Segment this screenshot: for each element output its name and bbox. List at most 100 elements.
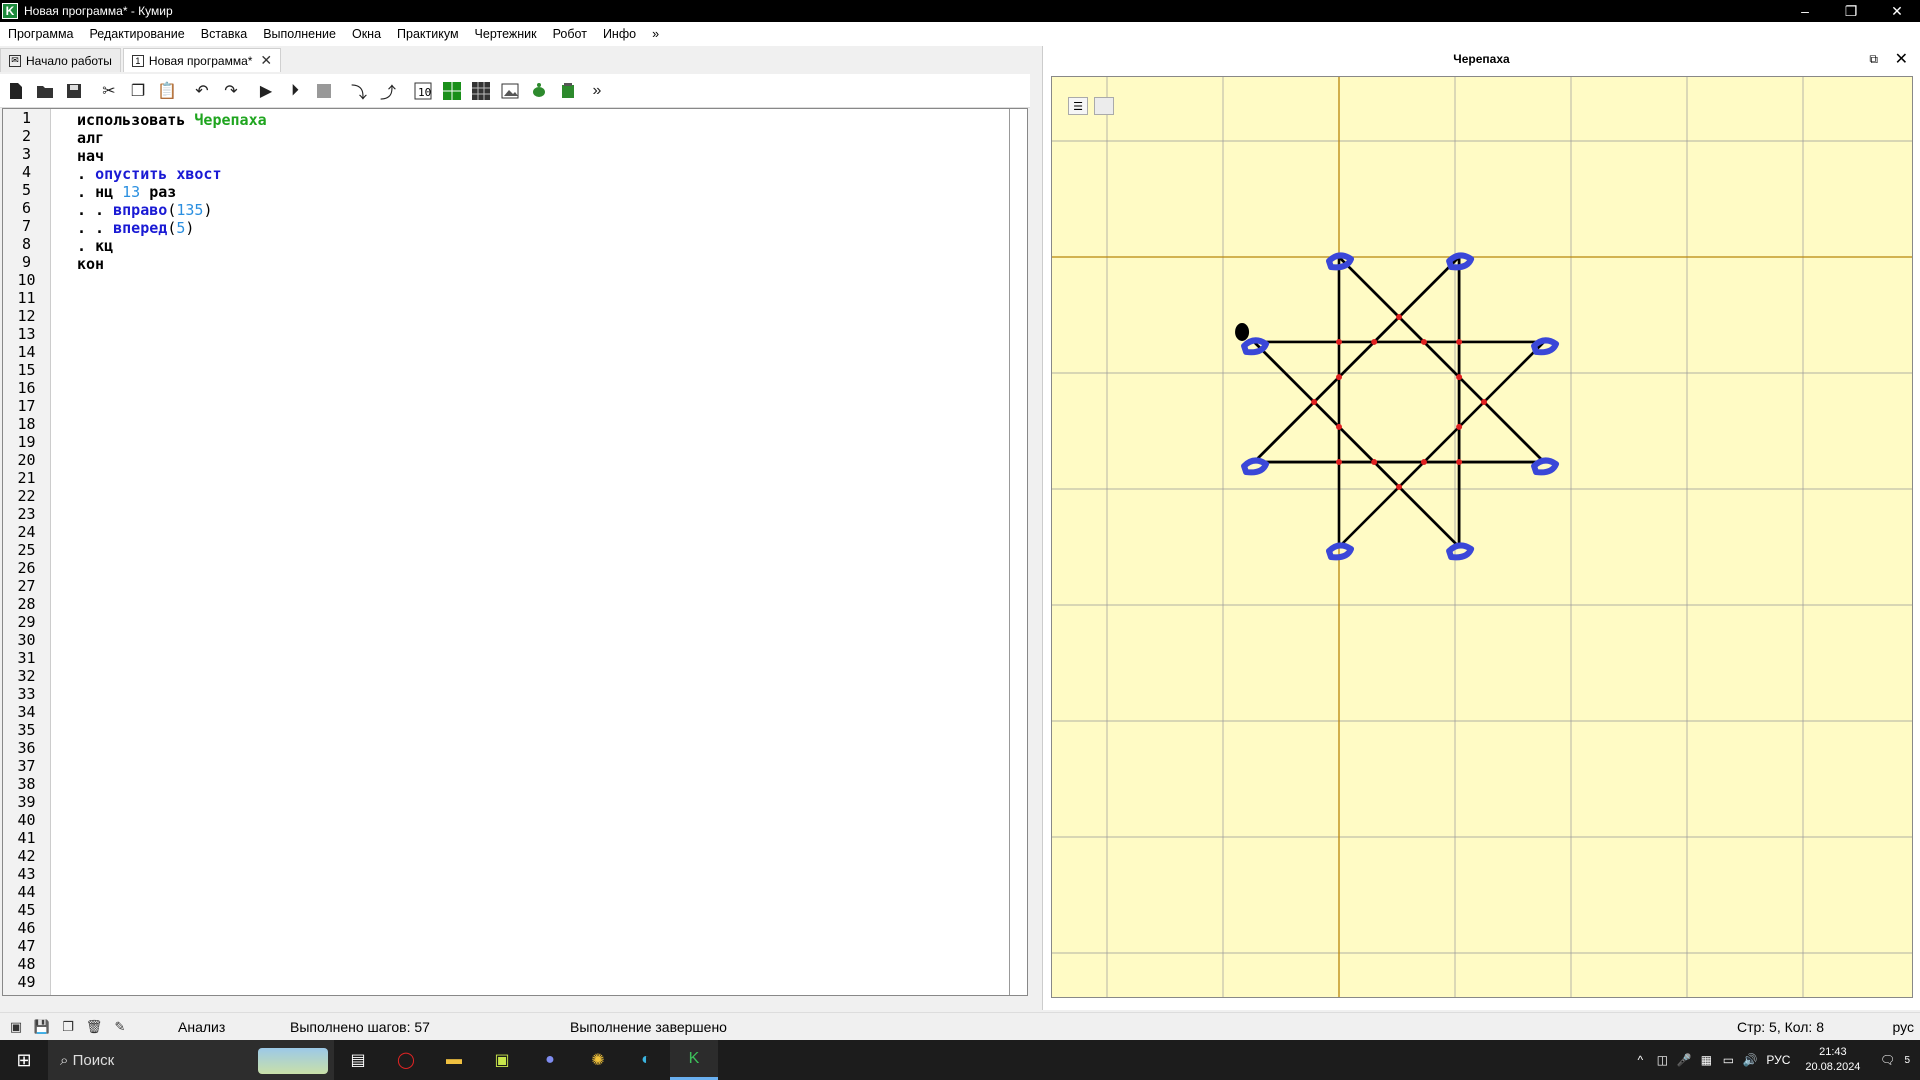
tab-new-program[interactable]: 1 Новая программа* ✕: [122, 48, 282, 72]
chevron-up-icon[interactable]: ^: [1629, 1053, 1651, 1067]
menu-program[interactable]: Программа: [0, 27, 82, 41]
path-segment: [1252, 255, 1461, 464]
step-into-icon[interactable]: ⤵: [347, 79, 371, 103]
opera-icon[interactable]: ◯: [382, 1040, 430, 1080]
code-line[interactable]: использовать Черепаха: [77, 111, 267, 129]
menu-run[interactable]: Выполнение: [255, 27, 344, 41]
line-number: 45: [17, 901, 36, 919]
save-file-icon[interactable]: [62, 79, 86, 103]
hand-annotations: [1235, 252, 1560, 561]
blue-mark: [1241, 337, 1270, 356]
clear-output-icon[interactable]: 🗑: [84, 1018, 104, 1036]
code-token: Черепаха: [194, 111, 267, 129]
menu-insert[interactable]: Вставка: [193, 27, 255, 41]
drawer-field-icon[interactable]: [469, 79, 493, 103]
edge-icon[interactable]: ◐: [622, 1040, 670, 1080]
line-number: 34: [17, 703, 36, 721]
copy-icon[interactable]: ❐: [126, 79, 150, 103]
discord-icon[interactable]: ●: [526, 1040, 574, 1080]
clock[interactable]: 21:43 20.08.2024: [1805, 1045, 1860, 1075]
turtle-canvas[interactable]: ☰: [1051, 76, 1913, 998]
run-step-icon[interactable]: ⏵: [283, 79, 307, 103]
intersection-dot: [1336, 338, 1342, 345]
close-turtle-button[interactable]: ✕: [1895, 49, 1908, 69]
open-file-icon[interactable]: [33, 79, 57, 103]
menu-drawer[interactable]: Чертежник: [467, 27, 545, 41]
menu-info[interactable]: Инфо: [595, 27, 644, 41]
image-icon[interactable]: [498, 79, 522, 103]
task-view-icon[interactable]: ▤: [334, 1040, 382, 1080]
line-number: 20: [17, 451, 36, 469]
menu-edit[interactable]: Редактирование: [82, 27, 193, 41]
tab-start[interactable]: ✉ Начало работы: [0, 48, 121, 72]
menu-robot[interactable]: Робот: [545, 27, 595, 41]
window-title: Новая программа* - Кумир: [24, 4, 173, 18]
code-token: (: [167, 219, 177, 237]
intersection-dot: [1420, 459, 1427, 466]
save-output-icon[interactable]: 💾: [32, 1018, 52, 1036]
minimize-button[interactable]: –: [1782, 0, 1828, 22]
search-placeholder: Поиск: [72, 1051, 115, 1069]
camera-icon[interactable]: ◫: [1651, 1053, 1673, 1067]
console-icon[interactable]: ▣: [6, 1018, 26, 1036]
pycharm-icon[interactable]: ▣: [478, 1040, 526, 1080]
input-language[interactable]: РУС: [1761, 1053, 1795, 1067]
blue-mark: [1326, 542, 1354, 561]
volume-icon[interactable]: 🔊: [1739, 1053, 1761, 1067]
code-line[interactable]: кон: [77, 255, 267, 273]
line-number: 7: [21, 217, 32, 235]
microphone-icon[interactable]: 🎤: [1673, 1053, 1695, 1067]
network-icon[interactable]: ▦: [1695, 1053, 1717, 1067]
new-file-icon[interactable]: [4, 79, 28, 103]
line-number: 38: [17, 775, 36, 793]
cut-icon[interactable]: ✂: [97, 79, 121, 103]
code-token: .: [77, 183, 96, 201]
kumir-icon[interactable]: K: [670, 1040, 718, 1080]
menu-more[interactable]: »: [644, 27, 667, 41]
float-window-icon[interactable]: ⧉: [1869, 52, 1878, 67]
code-line[interactable]: . . вперед(5): [77, 219, 267, 237]
robot-field-icon[interactable]: [440, 79, 464, 103]
analysis-label[interactable]: Анализ: [178, 1019, 225, 1035]
menu-windows[interactable]: Окна: [344, 27, 389, 41]
taskbar-search[interactable]: ⌕ Поиск: [48, 1040, 334, 1080]
code-area[interactable]: использовать Черепаха алг нач. опустить хв…: [77, 111, 267, 273]
vodoley-icon[interactable]: [556, 79, 580, 103]
display-icon[interactable]: ▭: [1717, 1053, 1739, 1067]
close-window-button[interactable]: ✕: [1874, 0, 1920, 22]
sunburst-app-icon[interactable]: ✺: [574, 1040, 622, 1080]
grid: [1052, 77, 1912, 997]
edit-output-icon[interactable]: ✎: [110, 1018, 130, 1036]
code-line[interactable]: . кц: [77, 237, 267, 255]
code-token: опустить хвост: [95, 165, 222, 183]
code-token: ): [203, 201, 213, 219]
notifications-icon[interactable]: 🗨: [1870, 1053, 1904, 1067]
turtle-panel: Черепаха ⧉ ✕ ☰: [1042, 46, 1920, 1010]
variables-icon[interactable]: 10: [411, 79, 435, 103]
code-line[interactable]: . нц 13 раз: [77, 183, 267, 201]
copy-output-icon[interactable]: ❐: [58, 1018, 78, 1036]
menu-practicum[interactable]: Практикум: [389, 27, 467, 41]
code-line[interactable]: . опустить хвост: [77, 165, 267, 183]
code-line[interactable]: алг: [77, 129, 267, 147]
toolbar-more-button[interactable]: »: [585, 79, 609, 103]
undo-icon[interactable]: ↶: [190, 79, 214, 103]
turtle-icon[interactable]: [527, 79, 551, 103]
vertical-scrollbar[interactable]: [1009, 109, 1025, 995]
close-tab-icon[interactable]: ✕: [260, 52, 272, 69]
canvas-menu-button[interactable]: ☰: [1068, 97, 1088, 115]
redo-icon[interactable]: ↷: [219, 79, 243, 103]
windows-start-icon[interactable]: ⊞: [0, 1040, 48, 1080]
canvas-option-button[interactable]: [1094, 97, 1114, 115]
explorer-icon[interactable]: ▬: [430, 1040, 478, 1080]
line-number: 40: [17, 811, 36, 829]
paste-icon[interactable]: 📋: [155, 79, 179, 103]
code-editor[interactable]: 1 2 3 4 5 6 7 8 9 10 11 12 13 14 15 16 17 18 19 20 21 22 23 24 2…: [2, 108, 1028, 996]
run-icon[interactable]: ▶: [254, 79, 278, 103]
code-line[interactable]: нач: [77, 147, 267, 165]
step-out-icon[interactable]: ⤴: [376, 79, 400, 103]
stop-icon[interactable]: [312, 79, 336, 103]
restore-button[interactable]: ❐: [1828, 0, 1874, 22]
code-line[interactable]: . . вправо(135): [77, 201, 267, 219]
line-number: 30: [17, 631, 36, 649]
